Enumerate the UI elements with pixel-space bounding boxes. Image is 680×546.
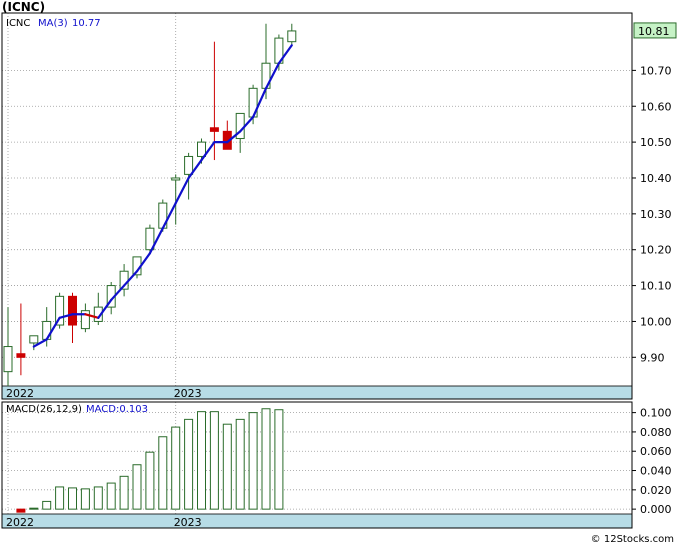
macd-legend-label: MACD(26,12,9) — [6, 404, 82, 415]
legend-ma-value: 10.77 — [72, 18, 101, 29]
price-y-tick-label: 10.30 — [640, 208, 672, 221]
price-tag-label: 10.81 — [638, 25, 670, 38]
macd-y-tick-label: 0.040 — [640, 465, 672, 478]
macd-bar — [16, 508, 26, 513]
macd-bar — [132, 464, 142, 510]
price-y-tick-label: 10.70 — [640, 64, 672, 77]
macd-bar — [42, 500, 52, 510]
candle-body — [3, 346, 13, 373]
macd-y-tick-label: 0.080 — [640, 426, 672, 439]
legend-ma-label: MA(3) — [38, 18, 68, 29]
macd-bar — [222, 423, 232, 510]
macd-bar — [80, 488, 90, 510]
price-plot-area — [2, 13, 632, 399]
macd-bar — [235, 418, 245, 510]
macd-bar — [55, 486, 65, 510]
macd-x-axis-strip — [1, 513, 633, 529]
candle-body — [68, 295, 77, 326]
candle-body — [29, 335, 39, 344]
macd-bar — [119, 475, 129, 510]
candle-body — [16, 353, 26, 358]
macd-bar — [93, 486, 103, 510]
macd-bar — [171, 426, 181, 510]
legend-symbol: ICNC — [6, 18, 30, 29]
candle-body — [184, 155, 194, 175]
candle-body — [287, 30, 297, 43]
candle-body — [171, 177, 181, 181]
price-y-tick-label: 10.10 — [640, 280, 672, 293]
macd-y-tick-label: 0.060 — [640, 445, 672, 458]
price-y-tick-label: 10.00 — [640, 315, 672, 328]
macd-x-tick-label: 2023 — [174, 516, 202, 529]
price-y-tick-label: 10.60 — [640, 100, 672, 113]
macd-bar — [274, 409, 284, 510]
macd-bar — [197, 411, 206, 510]
candle-body — [209, 127, 219, 132]
macd-y-tick-label: 0.020 — [640, 484, 672, 497]
macd-bar — [106, 482, 116, 510]
macd-bar — [261, 408, 271, 510]
macd-bar — [145, 451, 155, 510]
macd-y-tick-label: 0.100 — [640, 407, 672, 420]
price-y-tick-label: 10.50 — [640, 136, 672, 149]
macd-bar — [29, 507, 39, 510]
macd-x-tick-label: 2022 — [6, 516, 34, 529]
price-x-tick-label: 2023 — [174, 387, 202, 400]
price-x-tick-label: 2022 — [6, 387, 34, 400]
macd-bar — [248, 412, 258, 510]
macd-bar — [209, 411, 219, 510]
price-y-tick-label: 10.20 — [640, 244, 672, 257]
stock-chart: 9.90 10.00 10.10 10.20 10.30 10.40 10.50 10.60 1… — [1, 12, 677, 529]
footer-credit: © 12Stocks.com — [590, 534, 674, 545]
macd-legend-value: MACD:0.103 — [86, 404, 148, 415]
price-x-axis-strip — [1, 385, 633, 400]
price-y-tick-label: 9.90 — [640, 351, 665, 364]
macd-bar — [158, 436, 168, 510]
macd-y-tick-label: 0.000 — [640, 503, 672, 516]
macd-bar — [68, 487, 77, 510]
macd-bar — [184, 418, 194, 510]
price-y-tick-label: 10.40 — [640, 172, 672, 185]
